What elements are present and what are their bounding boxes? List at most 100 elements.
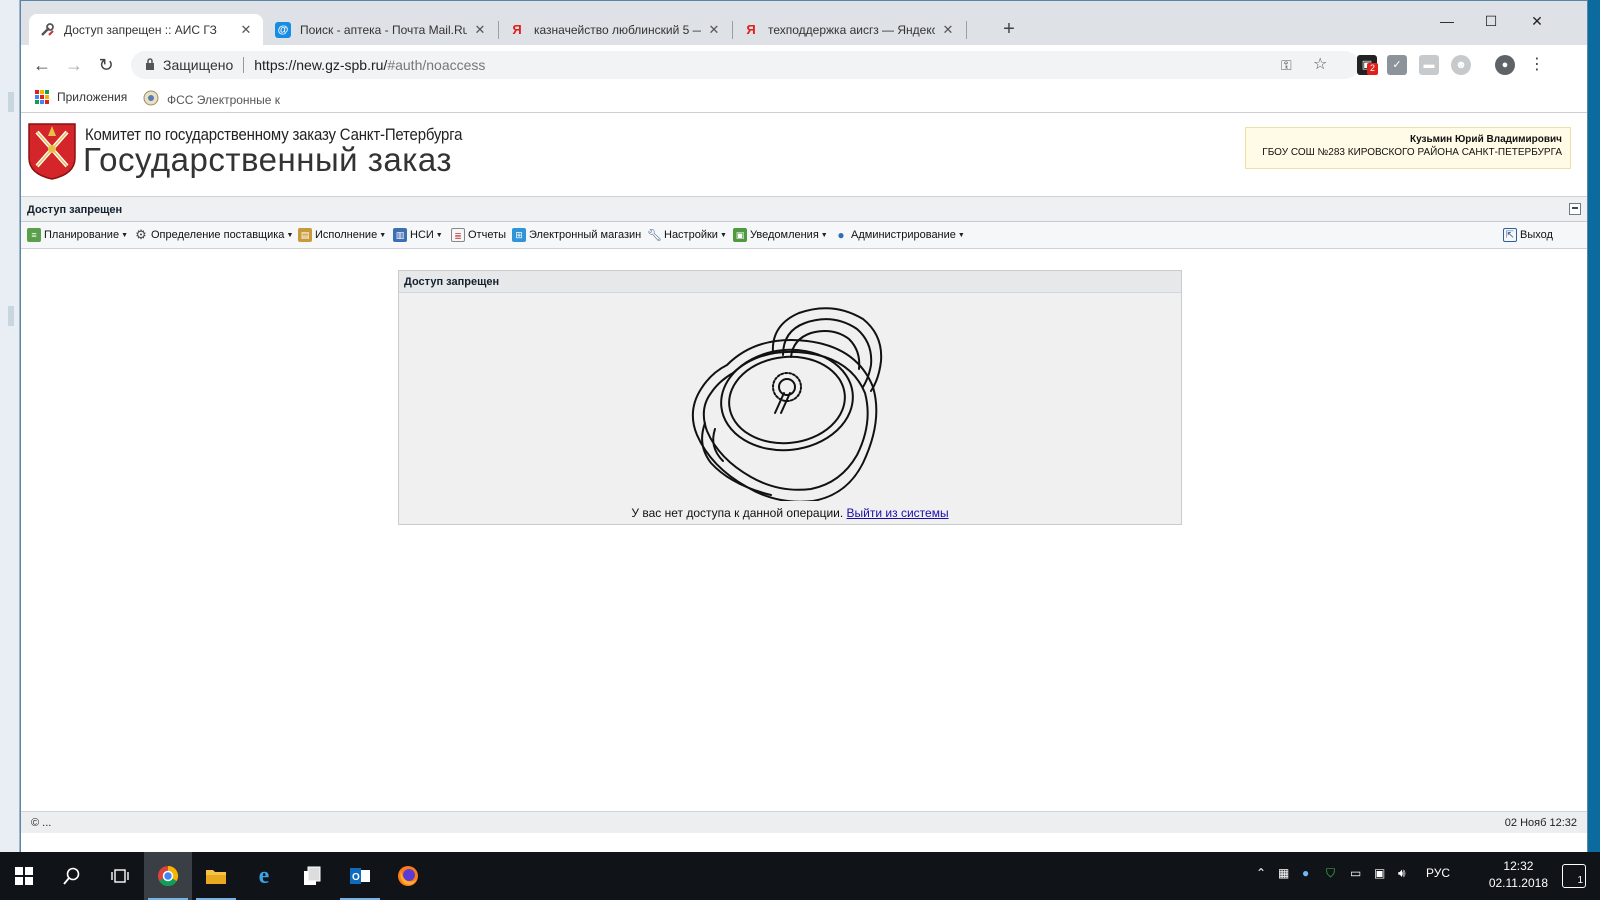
exit-icon: ⇱ xyxy=(1503,228,1517,242)
panel-header: Доступ запрещен xyxy=(21,197,1587,222)
fss-emblem-icon xyxy=(143,90,159,109)
padlock-icon xyxy=(691,307,883,501)
extension-mark-icon[interactable]: ✓ xyxy=(1387,55,1407,75)
maximize-button[interactable]: ☐ xyxy=(1469,7,1513,35)
status-bar: © ... 02 Нояб 12:32 xyxy=(21,811,1587,833)
tray-antivirus-icon[interactable]: ⛉ xyxy=(1326,866,1335,881)
logout-link[interactable]: Выйти из системы xyxy=(847,506,949,520)
tray-messenger-icon[interactable]: ● xyxy=(1302,866,1309,880)
tab-mail-search[interactable]: @ Поиск - аптека - Почта Mail.Ru ✕ xyxy=(265,14,497,45)
extension-icon[interactable]: ▣2 xyxy=(1357,55,1378,75)
bookmark-fss[interactable]: ФСС Электронные к xyxy=(143,90,280,109)
logout-button[interactable]: ⇱ Выход xyxy=(1503,228,1553,242)
desktop-icon-fragment xyxy=(8,92,14,112)
tab-access-denied[interactable]: Доступ запрещен :: АИС ГЗ ✕ xyxy=(29,14,263,45)
taskbar-firefox[interactable] xyxy=(384,852,432,900)
cart-icon: ⊞ xyxy=(512,228,526,242)
documents-icon xyxy=(304,866,321,885)
caret-down-icon: ▼ xyxy=(820,231,828,239)
book-icon: ▥ xyxy=(393,228,407,242)
tab-close-icon[interactable]: ✕ xyxy=(707,22,721,38)
clock-date: 02.11.2018 xyxy=(1488,876,1548,890)
tray-app-icon[interactable]: ▦ xyxy=(1278,866,1289,880)
tray-volume-icon[interactable]: 🔊︎ xyxy=(1398,866,1406,881)
logout-label: Выход xyxy=(1520,229,1553,241)
menu-execution[interactable]: ▤ Исполнение ▼ xyxy=(298,228,386,242)
address-separator xyxy=(243,57,245,73)
report-icon: ≣ xyxy=(451,228,465,242)
caret-down-icon: ▼ xyxy=(379,231,387,239)
caret-down-icon: ▼ xyxy=(435,231,443,239)
menu-label: Настройки xyxy=(664,229,718,241)
key-icon[interactable]: ⚿ xyxy=(1281,51,1292,79)
svg-text:O: O xyxy=(352,872,360,883)
taskbar-app[interactable] xyxy=(288,852,336,900)
collapse-panel-button[interactable] xyxy=(1569,203,1581,215)
taskbar-explorer[interactable] xyxy=(192,852,240,900)
extension-gray-icon[interactable]: ☻ xyxy=(1451,55,1471,75)
browser-window: Доступ запрещен :: АИС ГЗ ✕ @ Поиск - ап… xyxy=(20,0,1588,853)
menu-notifications[interactable]: ▣ Уведомления ▼ xyxy=(733,228,828,242)
task-view-button[interactable] xyxy=(96,852,144,900)
tab-close-icon[interactable]: ✕ xyxy=(239,22,253,38)
tab-close-icon[interactable]: ✕ xyxy=(473,22,487,38)
no-access-text: У вас нет доступа к данной операции. xyxy=(631,506,844,520)
copyright-text: © ... xyxy=(31,817,52,829)
site-header: Комитет по государственному заказу Санкт… xyxy=(21,113,1587,197)
search-button[interactable] xyxy=(48,852,96,900)
minimize-button[interactable]: — xyxy=(1425,7,1469,35)
extension-shield-icon[interactable]: ▬ xyxy=(1419,55,1439,75)
url-host: https://new.gz-spb.ru/ xyxy=(254,57,388,73)
bookmarks-bar: Приложения ФСС Электронные к xyxy=(21,85,1587,113)
taskbar-chrome[interactable] xyxy=(144,852,192,900)
caret-down-icon: ▼ xyxy=(286,231,294,239)
start-button[interactable] xyxy=(0,852,48,900)
star-icon[interactable]: ☆ xyxy=(1313,51,1327,79)
menu-administration[interactable]: ● Администрирование ▼ xyxy=(834,228,964,242)
bookmark-apps[interactable]: Приложения xyxy=(35,90,127,104)
tools-icon xyxy=(39,22,55,38)
menu-settings[interactable]: 🔧︎ Настройки ▼ xyxy=(647,228,727,242)
tray-network-icon[interactable]: ▣ xyxy=(1374,866,1385,880)
browser-toolbar: ← → ↻ Защищено https://new.gz-spb.ru/#au… xyxy=(21,45,1587,85)
caret-down-icon: ▼ xyxy=(719,231,727,239)
menu-planning[interactable]: ≡ Планирование ▼ xyxy=(27,228,128,242)
tab-support[interactable]: Я техподдержка аисгз — Яндекс ✕ xyxy=(733,14,965,45)
taskbar-clock[interactable]: 12:32 02.11.2018 xyxy=(1489,858,1548,892)
new-tab-button[interactable]: + xyxy=(997,17,1021,41)
tab-strip: Доступ запрещен :: АИС ГЗ ✕ @ Поиск - ап… xyxy=(21,1,1587,45)
tab-treasury[interactable]: Я казначейство люблинский 5 — ✕ xyxy=(499,14,731,45)
menu-reports[interactable]: ≣ Отчеты xyxy=(451,228,506,242)
reload-icon: ↻ xyxy=(98,55,114,75)
tray-power-icon[interactable]: ▭ xyxy=(1350,866,1361,880)
forward-button[interactable]: → xyxy=(61,53,87,77)
internet-explorer-icon: e xyxy=(258,862,270,889)
task-view-icon xyxy=(111,869,129,883)
tab-title: Поиск - аптека - Почта Mail.Ru xyxy=(300,22,467,37)
firefox-icon xyxy=(398,866,418,886)
taskbar-ie[interactable]: e xyxy=(240,852,288,900)
tab-title: техподдержка аисгз — Яндекс xyxy=(768,22,935,37)
close-window-button[interactable]: ✕ xyxy=(1515,7,1559,35)
profile-avatar-icon[interactable]: ● xyxy=(1495,55,1515,75)
notification-center-button[interactable]: 1 xyxy=(1562,864,1586,888)
back-button[interactable]: ← xyxy=(29,53,55,77)
address-bar[interactable]: Защищено https://new.gz-spb.ru/#auth/noa… xyxy=(131,51,1359,79)
reload-button[interactable]: ↻ xyxy=(93,53,119,77)
language-indicator[interactable]: РУС xyxy=(1426,866,1450,880)
menu-nsi[interactable]: ▥ НСИ ▼ xyxy=(393,228,443,242)
tray-expand-icon[interactable]: ⌃ xyxy=(1256,866,1266,880)
planning-icon: ≡ xyxy=(27,228,41,242)
menu-supplier[interactable]: ⚙ Определение поставщика ▼ xyxy=(134,228,293,242)
menu-kebab-icon[interactable]: ⋮ xyxy=(1527,55,1547,75)
arrow-right-icon: → xyxy=(65,55,83,75)
caret-down-icon: ▼ xyxy=(121,231,129,239)
tab-close-icon[interactable]: ✕ xyxy=(941,22,955,38)
arrow-left-icon: ← xyxy=(33,55,51,75)
tab-title: казначейство люблинский 5 — xyxy=(534,22,701,37)
menu-label: Отчеты xyxy=(468,229,507,241)
taskbar-outlook[interactable]: O xyxy=(336,852,384,900)
tab-separator xyxy=(966,21,967,39)
lock-icon xyxy=(145,57,155,73)
menu-eshop[interactable]: ⊞ Электронный магазин xyxy=(512,228,641,242)
